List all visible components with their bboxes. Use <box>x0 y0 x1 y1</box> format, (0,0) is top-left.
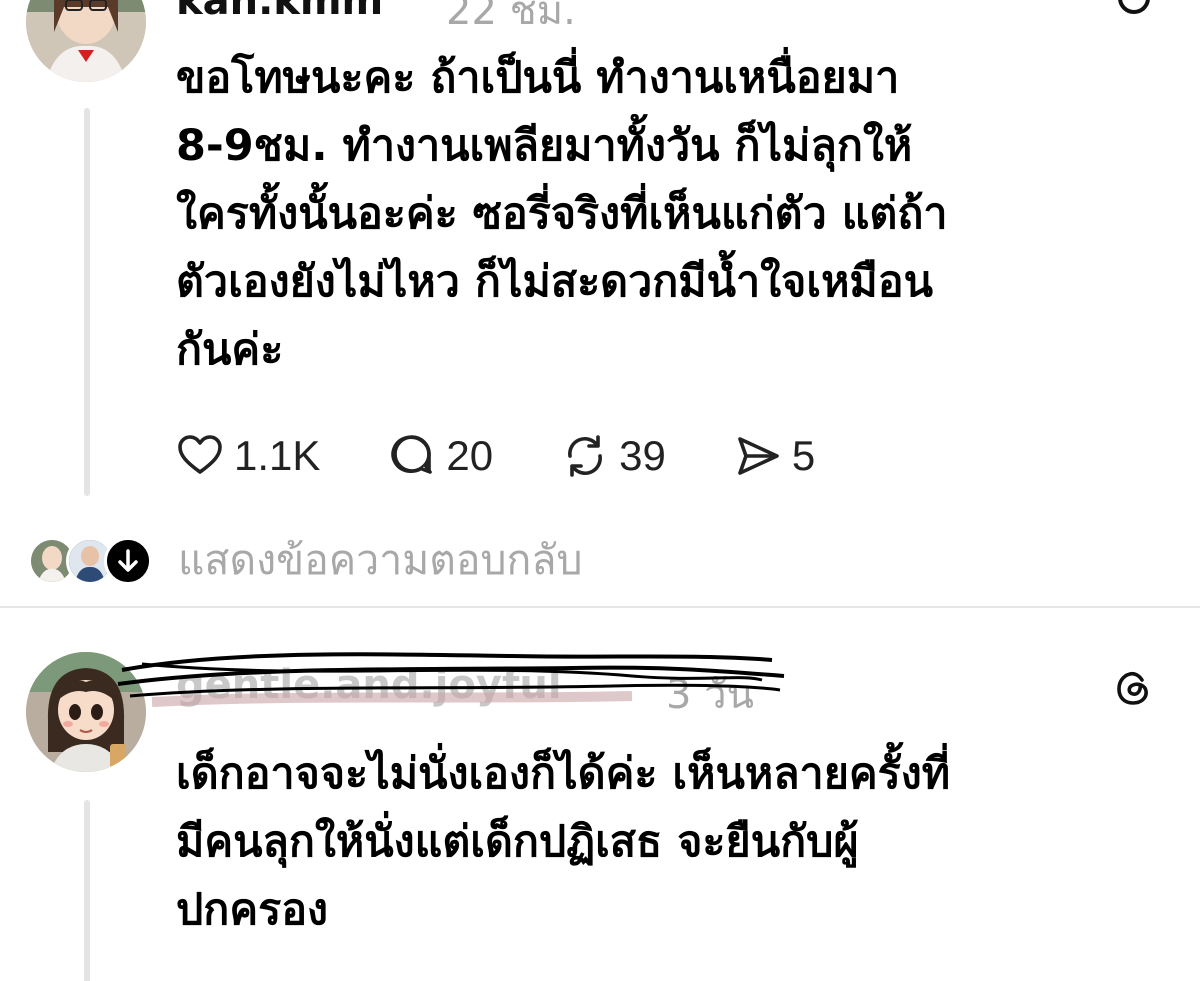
post-text-line: เด็กอาจจะไม่นั่งเองก็ได้ค่ะ เห็นหลายครั้… <box>176 749 951 799</box>
post-text-line: ตัวเองยังไม่ไหว ก็ไม่สะดวกมีน้ำใจเหมือน <box>176 257 933 307</box>
post-text-line: 8-9ชม. ทำงานเพลียมาทั้งวัน ก็ไม่ลุกให้ <box>176 121 913 171</box>
avatar[interactable] <box>26 0 146 82</box>
post-text-line: มีคนลุกให้นั่งแต่เด็กปฏิเสธ จะยืนกับผู้ <box>176 817 859 867</box>
repost-count: 39 <box>619 432 666 479</box>
heart-icon <box>178 435 222 474</box>
like-button[interactable]: 1.1K <box>176 432 320 480</box>
show-replies-label: แสดงข้อความตอบกลับ <box>178 536 583 584</box>
post-text-line: กันค่ะ <box>176 325 284 375</box>
comment-button[interactable]: 20 <box>388 432 493 480</box>
post-text: ขอโทษนะคะ ถ้าเป็นนี่ ทำงานเหนื่อยมา 8-9ช… <box>176 44 948 384</box>
divider <box>0 606 1200 608</box>
repost-button[interactable]: 39 <box>561 432 666 480</box>
post-text-line: ใครทั้งนั้นอะค่ะ ซอรี่จริงที่เห็นแก่ตัว … <box>176 189 948 239</box>
thread-line <box>84 108 90 496</box>
show-replies[interactable]: แสดงข้อความตอบกลับ <box>28 528 583 593</box>
avatar-image <box>26 0 146 82</box>
repost-icon <box>568 435 603 477</box>
threads-icon[interactable] <box>1112 666 1156 710</box>
comment-count: 20 <box>446 432 494 479</box>
scribble-redaction <box>117 652 785 707</box>
username[interactable]: kan.kmm <box>176 0 383 24</box>
timestamp: 22 ชม. <box>446 0 576 34</box>
share-button[interactable]: 5 <box>734 432 815 480</box>
share-icon <box>738 437 779 475</box>
threads-icon[interactable] <box>1114 0 1154 18</box>
arrow-down-icon <box>104 536 152 585</box>
post-text-line: ปกครอง <box>176 885 329 935</box>
post-text-line: ขอโทษนะคะ ถ้าเป็นนี่ ทำงานเหนื่อยมา <box>176 53 900 103</box>
comment-icon <box>391 435 433 474</box>
post-text: เด็กอาจจะไม่นั่งเองก็ได้ค่ะ เห็นหลายครั้… <box>176 740 950 944</box>
thread-line <box>84 800 90 981</box>
threads-feed: kan.kmm 22 ชม. ขอโทษนะคะ ถ้าเป็นนี่ ทำงา… <box>0 0 1200 981</box>
action-bar: 1.1K 20 39 5 <box>176 432 883 480</box>
like-count: 1.1K <box>234 432 321 479</box>
share-count: 5 <box>791 432 816 479</box>
